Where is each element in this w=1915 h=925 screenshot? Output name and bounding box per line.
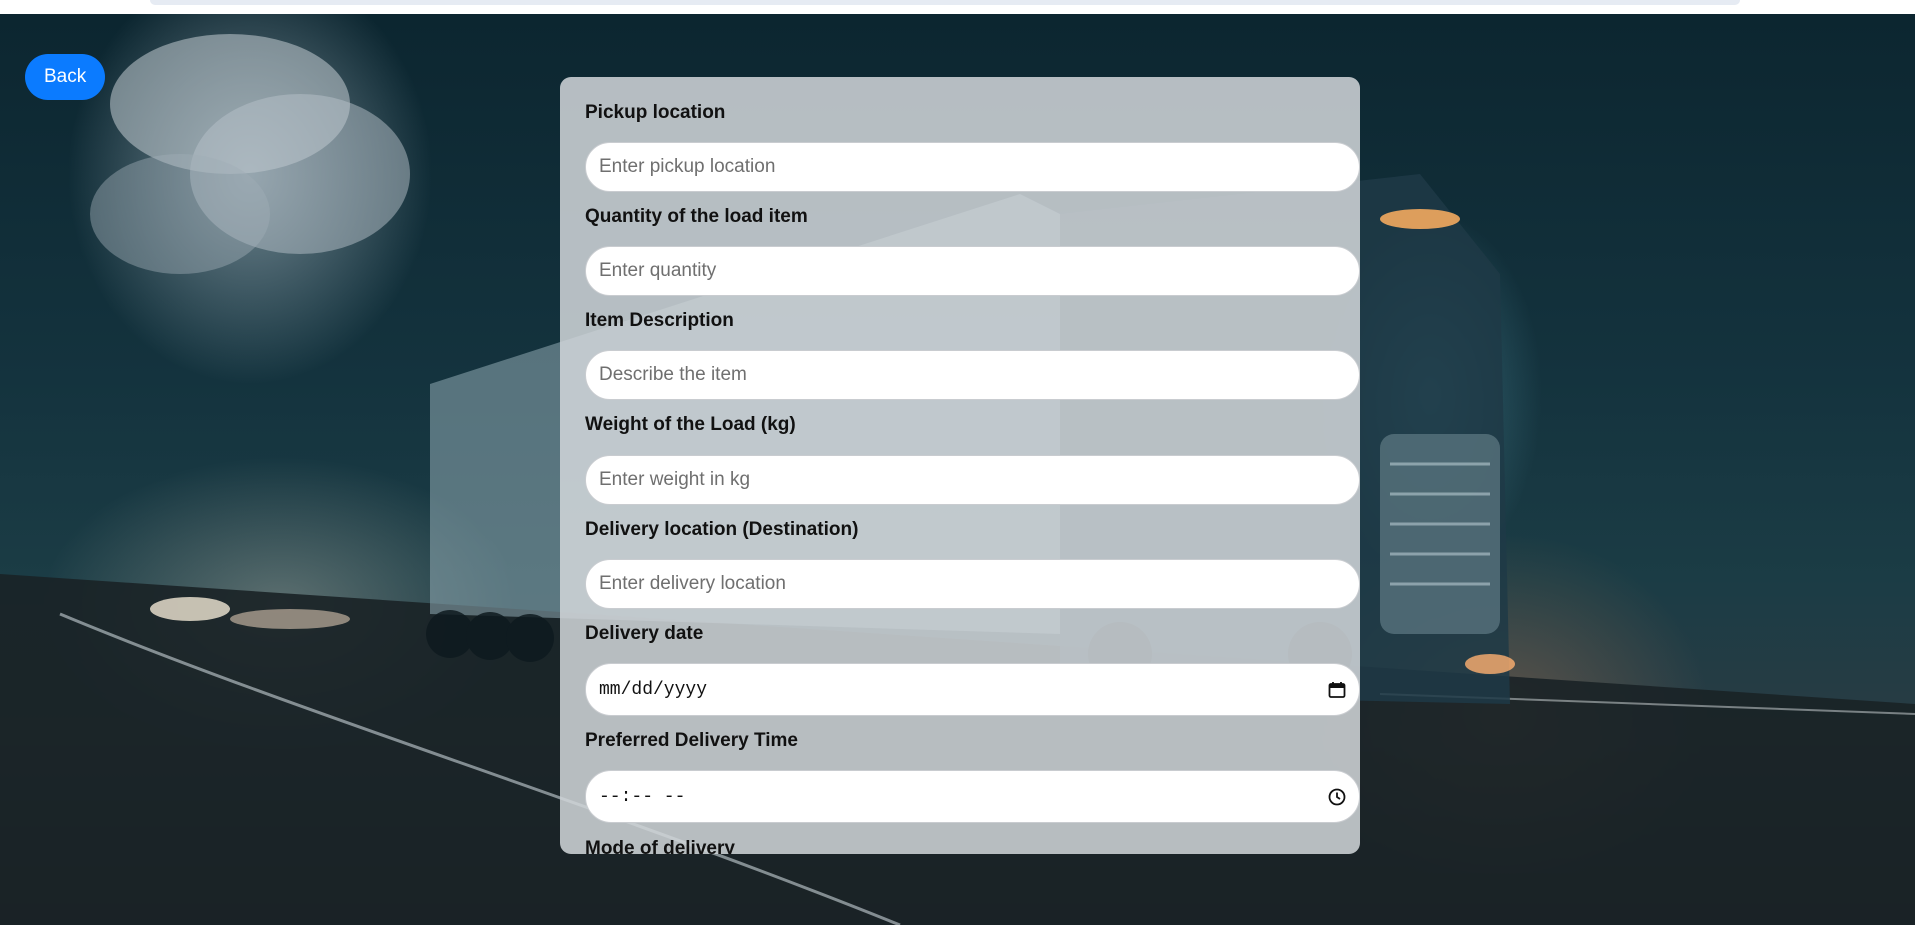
back-button[interactable]: Back bbox=[25, 54, 106, 100]
delivery-location-label: Delivery location (Destination) bbox=[585, 519, 859, 540]
weight-label: Weight of the Load (kg) bbox=[585, 414, 796, 435]
pickup-location-input[interactable] bbox=[585, 142, 1360, 192]
weight-input[interactable] bbox=[585, 455, 1360, 505]
item-description-input[interactable] bbox=[585, 350, 1360, 400]
clock-icon[interactable] bbox=[1327, 787, 1347, 807]
mode-of-delivery-label: Mode of delivery bbox=[585, 838, 735, 854]
delivery-date-input[interactable]: mm/dd/yyyy bbox=[585, 663, 1360, 716]
delivery-date-label: Delivery date bbox=[585, 623, 704, 644]
delivery-form-card: Pickup location Quantity of the load ite… bbox=[560, 77, 1360, 854]
delivery-time-value: --:-- -- bbox=[599, 787, 686, 807]
delivery-location-input[interactable] bbox=[585, 559, 1360, 609]
delivery-time-label: Preferred Delivery Time bbox=[585, 730, 798, 751]
pickup-location-label: Pickup location bbox=[585, 102, 726, 123]
quantity-label: Quantity of the load item bbox=[585, 206, 808, 227]
browser-top-strip bbox=[0, 0, 1915, 14]
item-description-label: Item Description bbox=[585, 310, 734, 331]
top-bar-edge bbox=[150, 0, 1740, 5]
delivery-date-value: mm/dd/yyyy bbox=[599, 680, 708, 700]
quantity-input[interactable] bbox=[585, 246, 1360, 296]
delivery-time-input[interactable]: --:-- -- bbox=[585, 770, 1360, 823]
calendar-icon[interactable] bbox=[1327, 680, 1347, 700]
